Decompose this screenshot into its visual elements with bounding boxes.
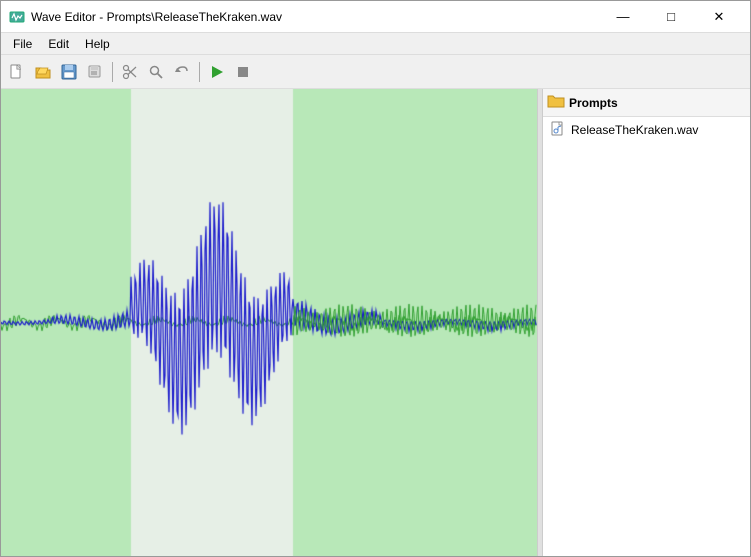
window-title: Wave Editor - Prompts\ReleaseTheKraken.w…	[31, 10, 600, 24]
toolbar-separator-2	[199, 62, 200, 82]
folder-icon	[547, 93, 565, 112]
toolbar-undo-button[interactable]	[170, 60, 194, 84]
wave-panel[interactable]	[1, 89, 537, 556]
window-controls: — □ ✕	[600, 1, 742, 33]
menu-edit[interactable]: Edit	[40, 35, 77, 53]
toolbar-new-button[interactable]	[5, 60, 29, 84]
app-icon	[9, 9, 25, 25]
audio-file-icon	[551, 121, 567, 140]
tree-item-release-kraken[interactable]: ReleaseTheKraken.wav	[543, 119, 750, 141]
toolbar-cut-button[interactable]	[118, 60, 142, 84]
toolbar	[1, 55, 750, 89]
main-window: Wave Editor - Prompts\ReleaseTheKraken.w…	[0, 0, 751, 557]
file-tree-panel: Prompts ReleaseTheKraken.wav	[542, 89, 750, 556]
toolbar-play-button[interactable]	[205, 60, 229, 84]
tree-header-label: Prompts	[569, 96, 618, 110]
toolbar-save-button[interactable]	[57, 60, 81, 84]
tree-body: ReleaseTheKraken.wav	[543, 117, 750, 143]
title-bar: Wave Editor - Prompts\ReleaseTheKraken.w…	[1, 1, 750, 33]
menu-help[interactable]: Help	[77, 35, 118, 53]
tree-item-label: ReleaseTheKraken.wav	[571, 123, 698, 137]
menu-file[interactable]: File	[5, 35, 40, 53]
menu-bar: File Edit Help	[1, 33, 750, 55]
tree-header: Prompts	[543, 89, 750, 117]
close-button[interactable]: ✕	[696, 1, 742, 33]
toolbar-stop-button[interactable]	[231, 60, 255, 84]
toolbar-save-all-button[interactable]	[83, 60, 107, 84]
toolbar-separator-1	[112, 62, 113, 82]
main-content: Prompts ReleaseTheKraken.wav	[1, 89, 750, 556]
minimize-button[interactable]: —	[600, 1, 646, 33]
toolbar-open-button[interactable]	[31, 60, 55, 84]
toolbar-find-button[interactable]	[144, 60, 168, 84]
maximize-button[interactable]: □	[648, 1, 694, 33]
waveform-canvas	[1, 89, 537, 556]
